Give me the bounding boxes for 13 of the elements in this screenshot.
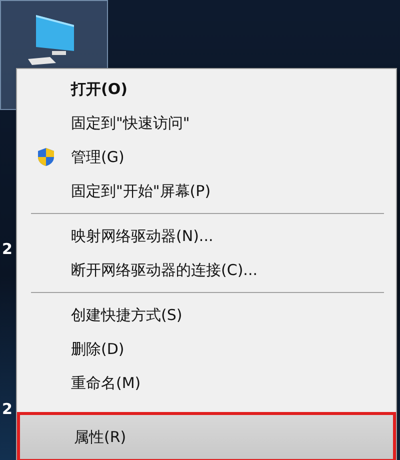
menu-item[interactable]: 映射网络驱动器(N)... (17, 219, 396, 253)
menu-item[interactable]: 重命名(M) (17, 366, 396, 400)
menu-item[interactable]: 管理(G) (17, 140, 396, 174)
menu-item[interactable]: 属性(R) (17, 412, 396, 460)
desktop-label: 2 (2, 240, 12, 258)
menu-item[interactable]: 固定到"快速访问" (17, 106, 396, 140)
menu-item[interactable]: 删除(D) (17, 332, 396, 366)
menu-item[interactable]: 断开网络驱动器的连接(C)... (17, 253, 396, 287)
menu-item[interactable]: 创建快捷方式(S) (17, 298, 396, 332)
menu-item[interactable]: 固定到"开始"屏幕(P) (17, 174, 396, 208)
shield-icon (37, 147, 55, 167)
menu-item[interactable]: 打开(O) (17, 72, 396, 106)
desktop-label: 2 (2, 400, 12, 418)
